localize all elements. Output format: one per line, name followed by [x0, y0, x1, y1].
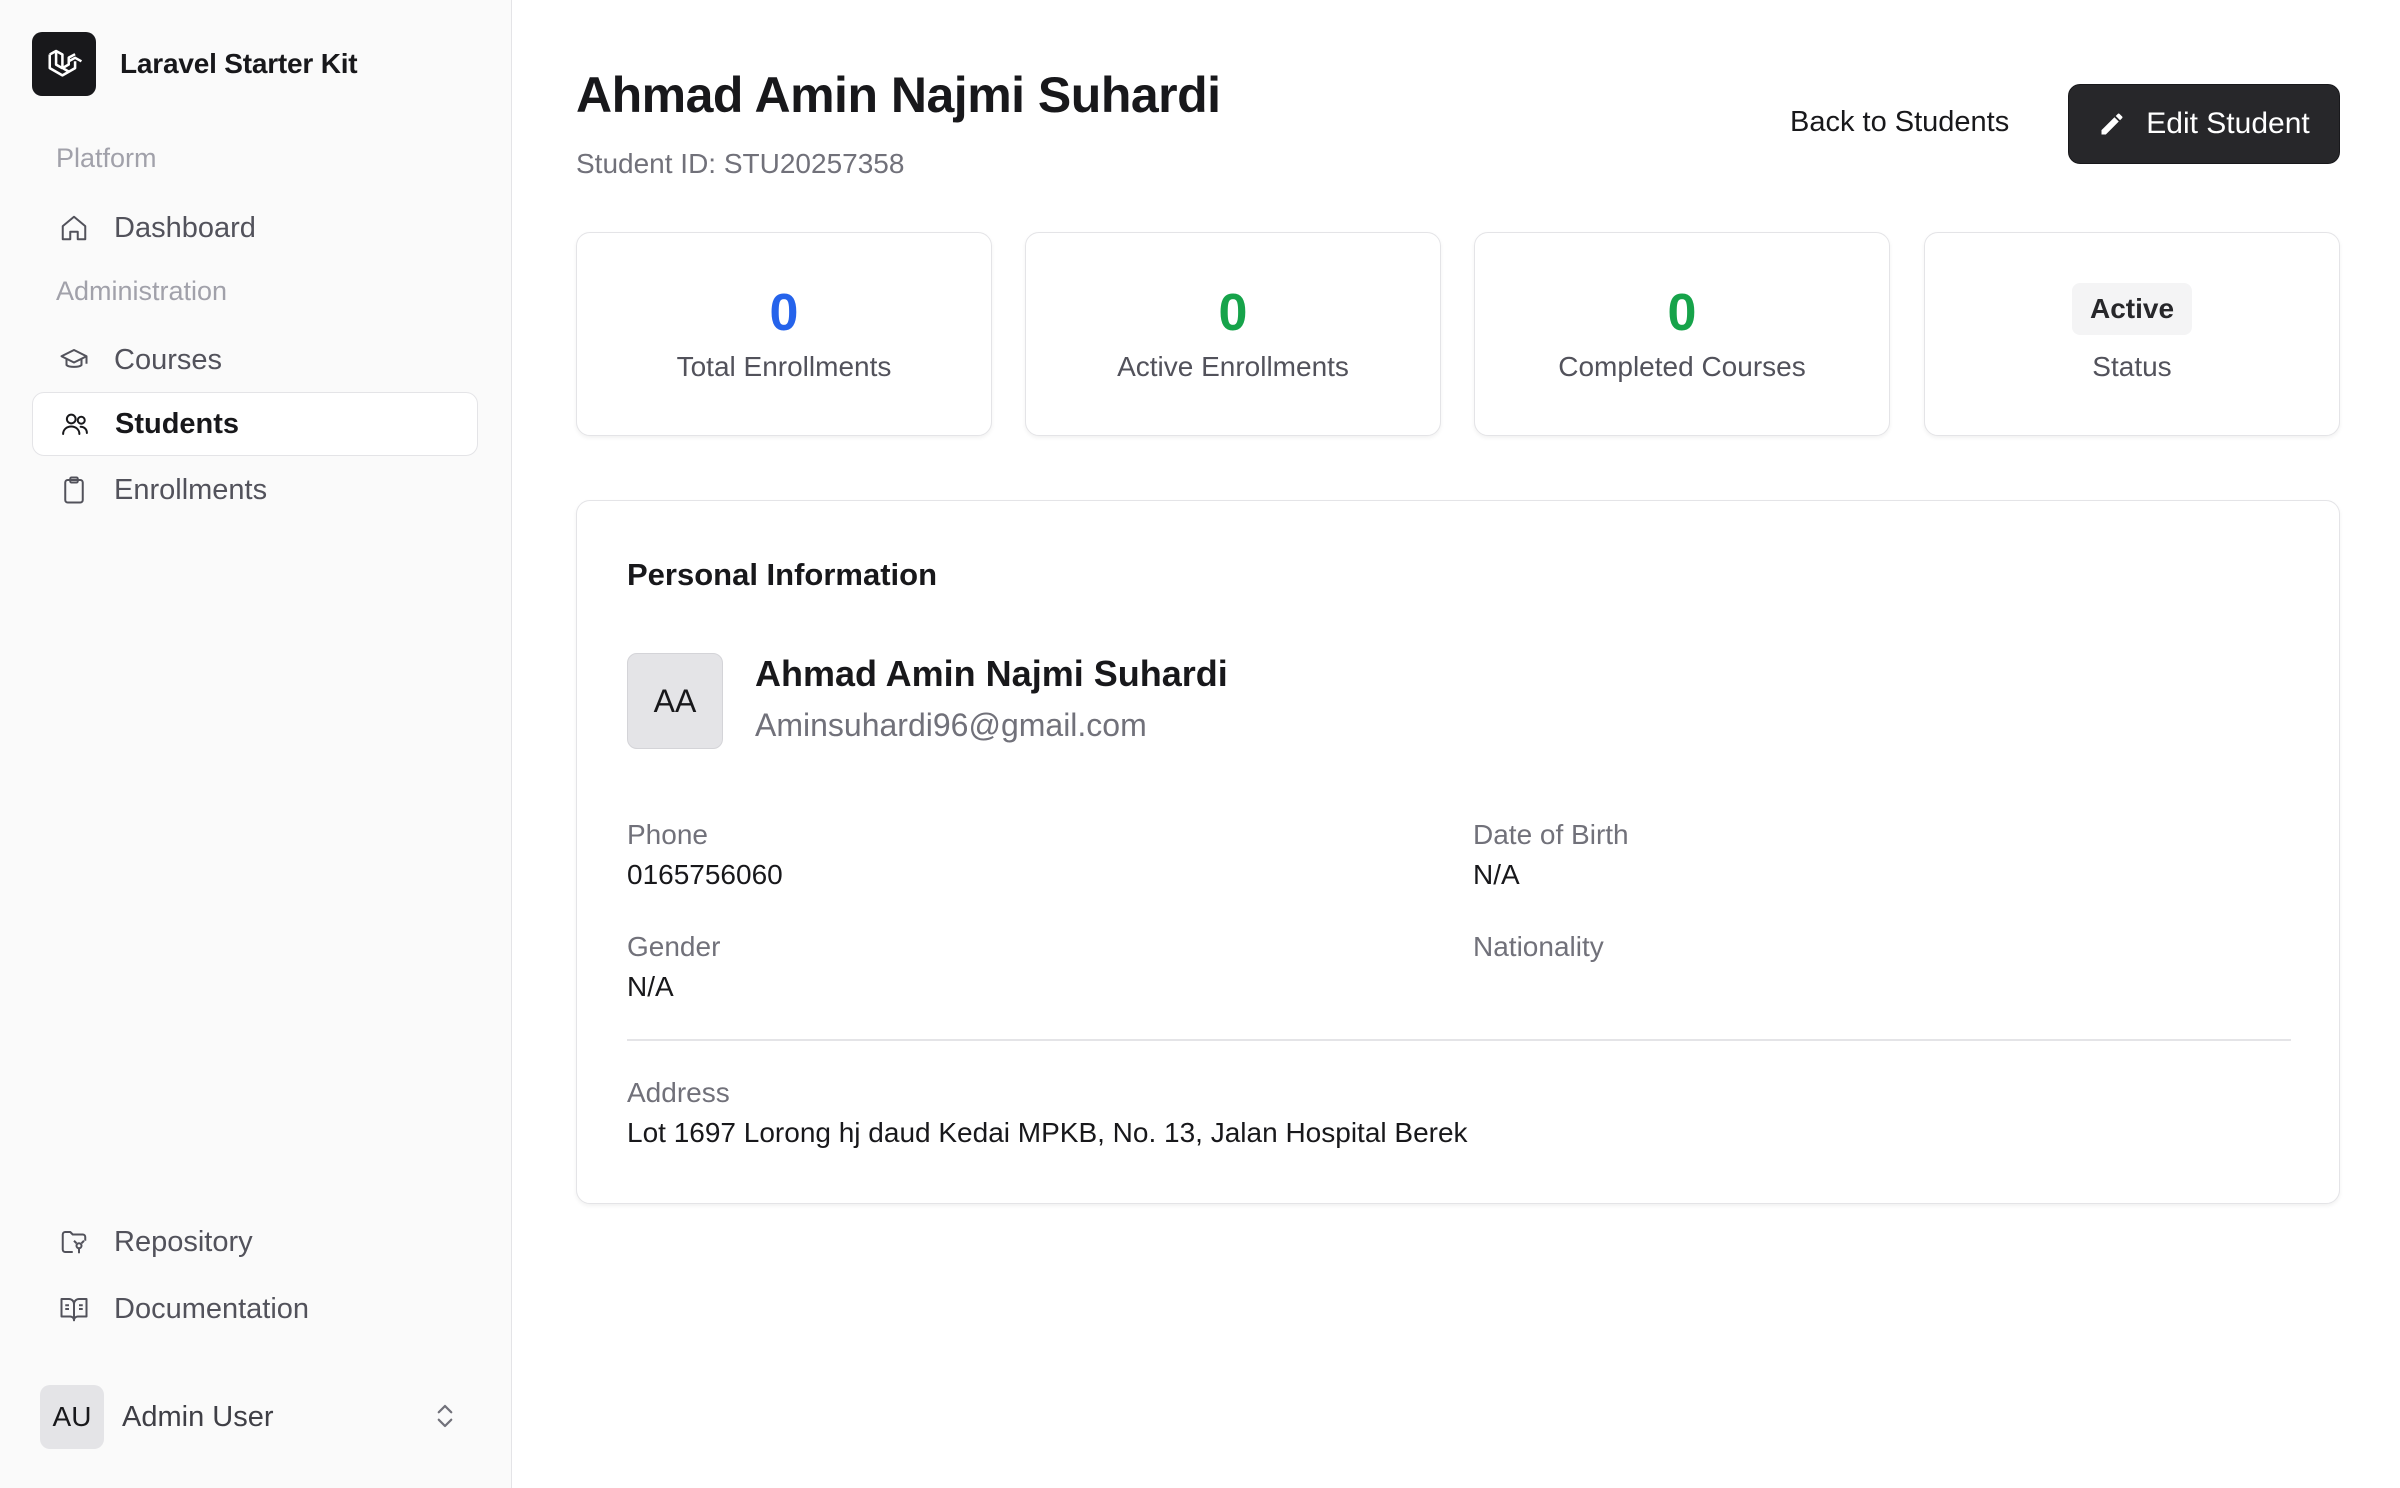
- stat-label: Status: [2092, 351, 2172, 382]
- dob-value: N/A: [1473, 859, 1520, 890]
- users-icon: [59, 408, 91, 440]
- stat-label: Total Enrollments: [676, 351, 892, 382]
- stat-value: 0: [1667, 284, 1697, 342]
- chevrons-up-down-icon: [430, 1401, 460, 1436]
- sidebar-item-dashboard[interactable]: Dashboard: [32, 196, 478, 260]
- stat-label: Active Enrollments: [1117, 351, 1349, 382]
- user-name: Admin User: [122, 1400, 274, 1433]
- address-value: Lot 1697 Lorong hj daud Kedai MPKB, No. …: [627, 1117, 1468, 1148]
- sidebar-item-label: Courses: [114, 343, 222, 376]
- sidebar-item-courses[interactable]: Courses: [32, 328, 478, 392]
- dob-label: Date of Birth: [1473, 819, 1629, 850]
- address-label: Address: [627, 1077, 730, 1108]
- sidebar-item-label: Dashboard: [114, 211, 256, 244]
- stat-value: 0: [1218, 284, 1248, 342]
- phone-label: Phone: [627, 819, 708, 850]
- sidebar-item-label: Repository: [114, 1225, 253, 1258]
- gender-value: N/A: [627, 971, 674, 1002]
- stat-card-total-enrollments: 0 Total Enrollments: [576, 232, 992, 436]
- personal-information-card: Personal Information AA Ahmad Amin Najmi…: [576, 500, 2340, 1204]
- student-email: Aminsuhardi96@gmail.com: [755, 707, 1147, 743]
- sidebar-item-label: Enrollments: [114, 473, 268, 506]
- nav-group-administration: Administration: [56, 276, 228, 306]
- nationality-label: Nationality: [1473, 931, 1604, 962]
- sidebar-item-documentation[interactable]: Documentation: [32, 1277, 478, 1341]
- brand-name: Laravel Starter Kit: [120, 48, 358, 79]
- divider: [627, 1039, 2291, 1041]
- sidebar-item-enrollments[interactable]: Enrollments: [32, 458, 478, 522]
- main-content: Ahmad Amin Najmi Suhardi Student ID: STU…: [512, 0, 2400, 1488]
- stat-card-active-enrollments: 0 Active Enrollments: [1025, 232, 1441, 436]
- graduation-cap-icon: [58, 344, 90, 376]
- stat-value: 0: [769, 284, 799, 342]
- stat-card-completed-courses: 0 Completed Courses: [1474, 232, 1890, 436]
- stat-card-status: Active Status: [1924, 232, 2340, 436]
- back-to-students-link[interactable]: Back to Students: [1790, 106, 2009, 139]
- sidebar-item-label: Students: [115, 407, 240, 440]
- stat-label: Completed Courses: [1558, 351, 1806, 382]
- folder-git-icon: [58, 1226, 90, 1258]
- edit-student-button[interactable]: Edit Student: [2068, 84, 2340, 164]
- sidebar: Laravel Starter Kit Platform Dashboard A…: [0, 0, 512, 1488]
- user-menu[interactable]: AU Admin User: [40, 1384, 460, 1450]
- pencil-icon: [2098, 109, 2128, 139]
- status-badge: Active: [2071, 283, 2193, 335]
- avatar: AU: [40, 1385, 104, 1449]
- avatar: AA: [627, 653, 723, 749]
- phone-value: 0165756060: [627, 859, 783, 890]
- book-open-icon: [58, 1293, 90, 1325]
- section-title: Personal Information: [627, 557, 938, 592]
- brand[interactable]: Laravel Starter Kit: [32, 32, 358, 96]
- sidebar-item-repository[interactable]: Repository: [32, 1210, 478, 1274]
- student-name: Ahmad Amin Najmi Suhardi: [755, 653, 1228, 694]
- sidebar-item-label: Documentation: [114, 1292, 310, 1325]
- laravel-logo-icon: [32, 32, 96, 96]
- nav-group-platform: Platform: [56, 143, 157, 173]
- clipboard-icon: [58, 474, 90, 506]
- edit-student-label: Edit Student: [2146, 107, 2310, 140]
- page-title: Ahmad Amin Najmi Suhardi: [576, 67, 1221, 123]
- home-icon: [58, 212, 90, 244]
- sidebar-item-students[interactable]: Students: [32, 392, 478, 456]
- student-id: Student ID: STU20257358: [576, 148, 905, 179]
- gender-label: Gender: [627, 931, 721, 962]
